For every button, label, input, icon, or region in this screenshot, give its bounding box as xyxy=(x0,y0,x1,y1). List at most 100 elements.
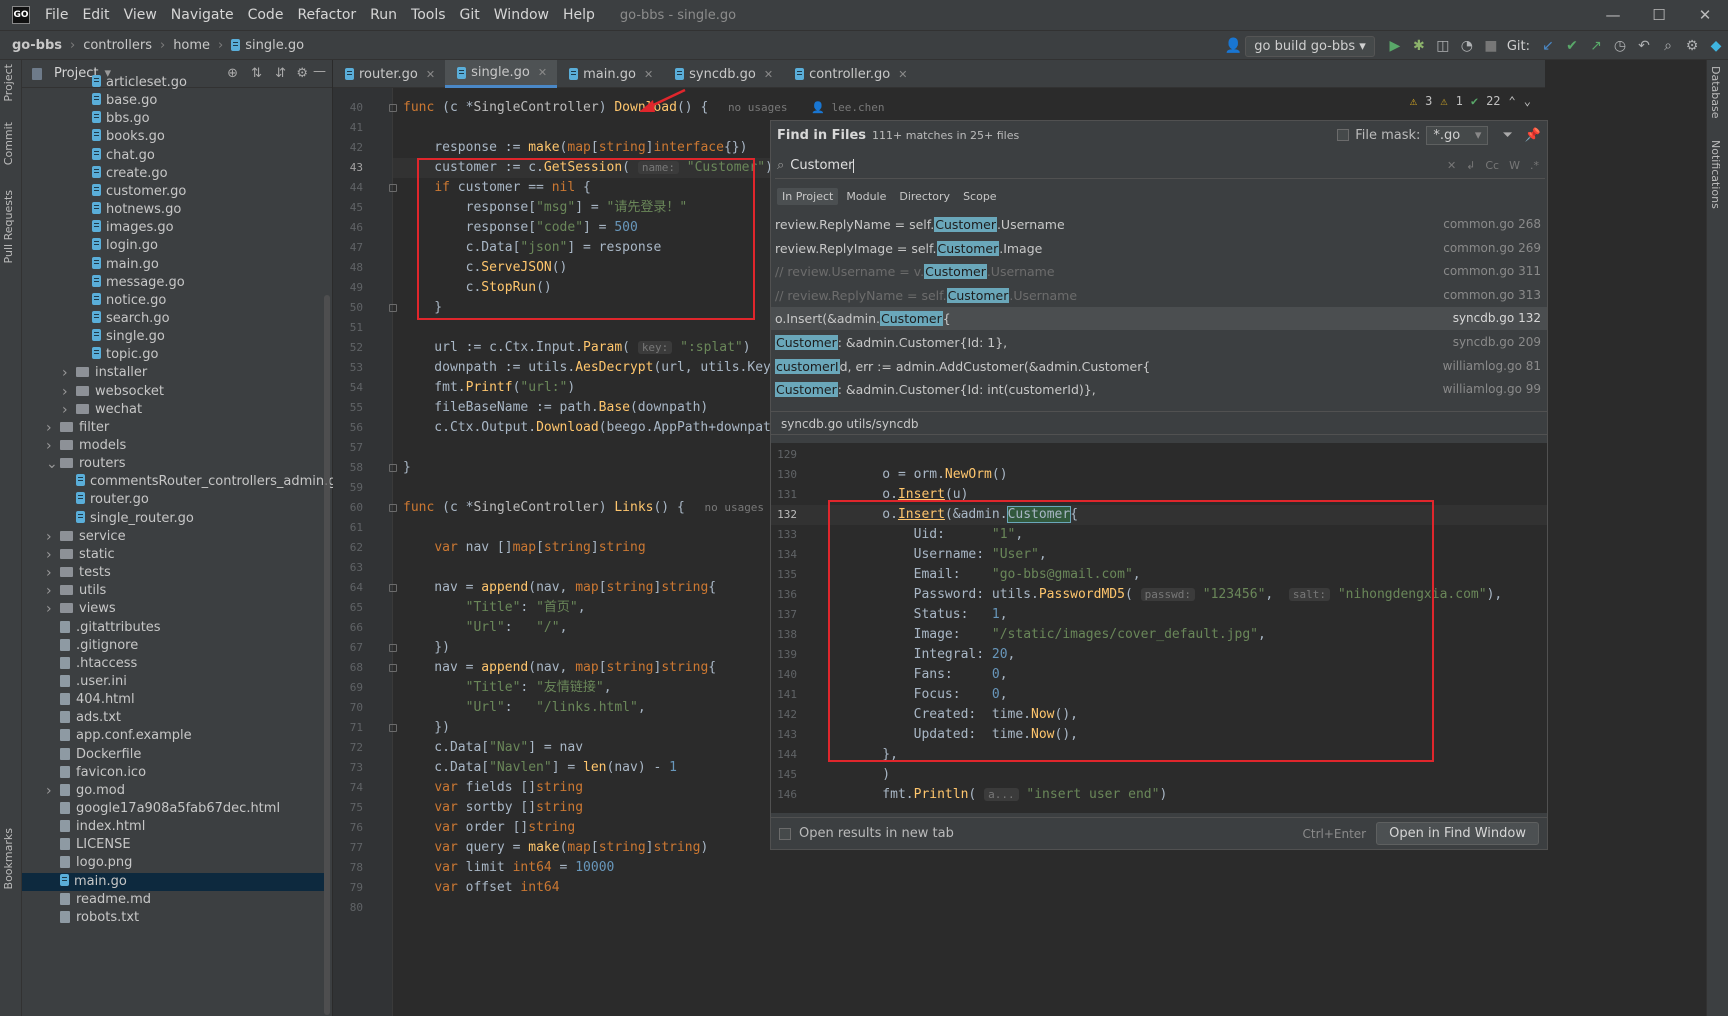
search-icon[interactable]: ⌕ xyxy=(1656,34,1680,58)
chevron-right-icon[interactable]: › xyxy=(46,546,52,564)
file-item[interactable]: notice.go xyxy=(22,292,324,310)
folder-item[interactable]: › models xyxy=(22,437,324,455)
chevron-right-icon[interactable]: › xyxy=(62,401,68,419)
file-item[interactable]: articleset.go xyxy=(22,74,324,92)
file-item[interactable]: chat.go xyxy=(22,147,324,165)
chevron-right-icon[interactable]: › xyxy=(46,582,52,600)
file-item[interactable]: commentsRouter_controllers_admin.go xyxy=(22,473,344,491)
result-row[interactable]: // review.ReplyName = self.Customer.User… xyxy=(771,284,1547,307)
file-item[interactable]: main.go xyxy=(22,256,324,274)
file-item[interactable]: .htaccess xyxy=(22,655,324,673)
chevron-right-icon[interactable]: › xyxy=(62,364,68,382)
file-item[interactable]: .gitignore xyxy=(22,637,324,655)
close-tab-icon[interactable]: ✕ xyxy=(426,68,435,81)
new-line-icon[interactable]: ↲ xyxy=(1466,159,1475,172)
git-commit-icon[interactable]: ✔ xyxy=(1560,34,1584,58)
close-tab-icon[interactable]: ✕ xyxy=(898,68,907,81)
result-row[interactable]: Customer: &admin.Customer{Id: 1}, syncdb.… xyxy=(771,331,1547,354)
coverage-icon[interactable]: ◫ xyxy=(1431,34,1455,58)
file-item[interactable]: Dockerfile xyxy=(22,746,324,764)
file-mask-select[interactable]: *.go ▾ xyxy=(1426,125,1489,145)
file-item[interactable]: favicon.ico xyxy=(22,764,324,782)
file-item[interactable]: logo.png xyxy=(22,854,324,872)
result-row[interactable]: Customer: &admin.Customer{Id: int(custom… xyxy=(771,378,1547,401)
close-tab-icon[interactable]: ✕ xyxy=(538,66,547,79)
file-item[interactable]: router.go xyxy=(22,491,324,509)
notifications-tool-tab[interactable]: Notifications xyxy=(1709,140,1722,209)
tab-main-go[interactable]: main.go ✕ xyxy=(557,60,663,88)
profile-icon[interactable]: ◔ xyxy=(1455,34,1479,58)
tab-syncdb-go[interactable]: syncdb.go ✕ xyxy=(663,60,783,88)
fold-marker-icon[interactable] xyxy=(389,644,397,652)
menu-item-code[interactable]: Code xyxy=(241,7,291,23)
folder-item[interactable]: ⌄ routers xyxy=(22,455,324,473)
chevron-right-icon[interactable]: › xyxy=(62,383,68,401)
folder-item[interactable]: › service xyxy=(22,528,324,546)
folder-item[interactable]: › views xyxy=(22,600,324,618)
folder-item[interactable]: › tests xyxy=(22,564,324,582)
open-new-tab-checkbox[interactable] xyxy=(779,827,791,840)
debug-icon[interactable]: ✱ xyxy=(1407,34,1431,58)
match-case-icon[interactable]: Cc xyxy=(1485,159,1499,172)
tab-router-go[interactable]: router.go ✕ xyxy=(333,60,445,88)
file-item[interactable]: hotnews.go xyxy=(22,201,324,219)
settings-icon[interactable]: ⚙ xyxy=(1680,34,1704,58)
fold-marker-icon[interactable] xyxy=(389,664,397,672)
minimize-icon[interactable]: — xyxy=(1590,0,1636,30)
pin-icon[interactable]: 📌 xyxy=(1525,128,1541,143)
file-item[interactable]: create.go xyxy=(22,165,324,183)
chevron-down-icon[interactable]: ⌄ xyxy=(46,455,58,473)
file-mask-checkbox[interactable] xyxy=(1337,129,1350,141)
run-configuration-select[interactable]: go build go-bbs ▾ xyxy=(1245,35,1375,57)
folder-item[interactable]: › utils xyxy=(22,582,324,600)
breadcrumb-file[interactable]: single.go xyxy=(245,38,304,53)
previous-highlight-icon[interactable]: ⌃ xyxy=(1509,94,1516,108)
close-icon[interactable]: ✕ xyxy=(1682,0,1728,30)
menu-item-tools[interactable]: Tools xyxy=(404,7,453,23)
result-row[interactable]: // review.Username = v.Customer.Username… xyxy=(771,260,1547,283)
file-item[interactable]: books.go xyxy=(22,128,324,146)
folder-item[interactable]: › installer xyxy=(22,364,324,382)
rollback-icon[interactable]: ↶ xyxy=(1632,34,1656,58)
menu-item-refactor[interactable]: Refactor xyxy=(290,7,363,23)
file-item[interactable]: › go.mod xyxy=(22,782,324,800)
fold-marker-icon[interactable] xyxy=(389,504,397,512)
chevron-right-icon[interactable]: › xyxy=(46,782,52,800)
jetbrains-icon[interactable]: ◆ xyxy=(1704,34,1728,58)
history-icon[interactable]: ◷ xyxy=(1608,34,1632,58)
scope-tab-in-project[interactable]: In Project xyxy=(777,188,839,205)
chevron-right-icon[interactable]: › xyxy=(46,419,52,437)
tab-controller-go[interactable]: controller.go ✕ xyxy=(783,60,917,88)
stop-icon[interactable]: ■ xyxy=(1479,34,1503,58)
filter-icon[interactable]: ⏷ xyxy=(1502,128,1512,143)
git-push-icon[interactable]: ↗ xyxy=(1584,34,1608,58)
run-icon[interactable]: ▶ xyxy=(1383,34,1407,58)
file-item[interactable]: login.go xyxy=(22,237,324,255)
fold-marker-icon[interactable] xyxy=(389,724,397,732)
scope-tab-directory[interactable]: Directory xyxy=(894,188,955,205)
regex-icon[interactable]: .* xyxy=(1530,159,1539,172)
close-tab-icon[interactable]: ✕ xyxy=(644,68,653,81)
breadcrumb-project[interactable]: go-bbs xyxy=(12,38,62,53)
file-item[interactable]: LICENSE xyxy=(22,836,324,854)
breadcrumb-home[interactable]: home xyxy=(173,38,210,53)
chevron-right-icon[interactable]: › xyxy=(46,437,52,455)
result-row[interactable]: customerId, err := admin.AddCustomer(&ad… xyxy=(771,355,1547,378)
menu-item-file[interactable]: File xyxy=(38,7,75,23)
maximize-icon[interactable]: ☐ xyxy=(1636,0,1682,30)
file-item[interactable]: bbs.go xyxy=(22,110,324,128)
menu-item-window[interactable]: Window xyxy=(487,7,556,23)
result-row[interactable]: review.ReplyName = self.Customer.Usernam… xyxy=(771,213,1547,236)
folder-item[interactable]: › filter xyxy=(22,419,324,437)
chevron-right-icon[interactable]: › xyxy=(46,564,52,582)
menu-item-view[interactable]: View xyxy=(117,7,164,23)
menu-item-git[interactable]: Git xyxy=(453,7,487,23)
folder-item[interactable]: › wechat xyxy=(22,401,324,419)
file-item[interactable]: single_router.go xyxy=(22,510,324,528)
file-item[interactable]: search.go xyxy=(22,310,324,328)
menu-item-help[interactable]: Help xyxy=(556,7,602,23)
menu-item-edit[interactable]: Edit xyxy=(75,7,116,23)
folder-item[interactable]: › static xyxy=(22,546,324,564)
scope-tab-module[interactable]: Module xyxy=(841,188,891,205)
menu-item-run[interactable]: Run xyxy=(363,7,404,23)
